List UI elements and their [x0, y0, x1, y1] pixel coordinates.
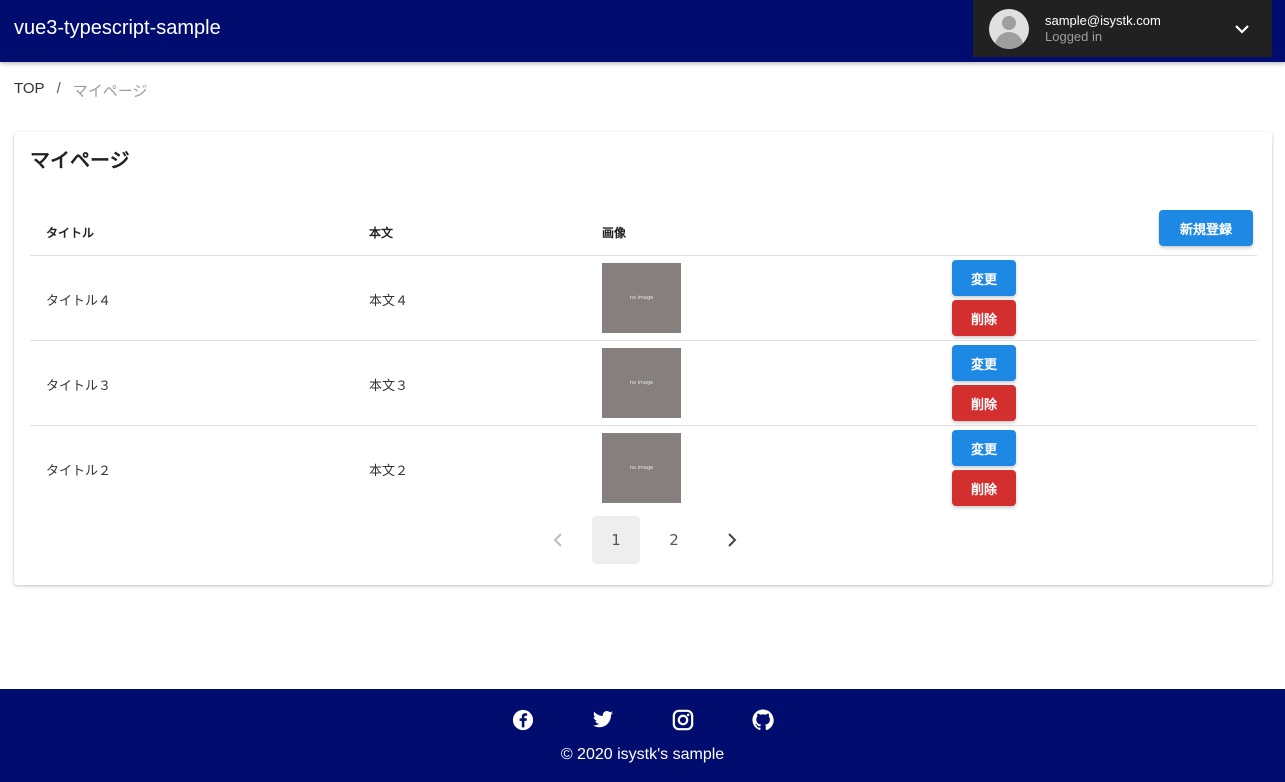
row-image: no image	[602, 348, 681, 418]
delete-button[interactable]: 削除	[952, 470, 1016, 506]
row-body: 本文２	[369, 464, 409, 479]
page-button-1[interactable]: 1	[592, 516, 640, 564]
mypage-card: マイページ タイトル 本文 画像 新規登録 タイトル４ 本文４ no image…	[14, 132, 1272, 585]
breadcrumb-separator: /	[56, 80, 61, 97]
user-email: sample@isystk.com	[1045, 12, 1161, 28]
row-title: タイトル２	[46, 464, 112, 479]
breadcrumb-top-link[interactable]: TOP	[14, 80, 45, 101]
footer: © 2020 isystk's sample	[0, 689, 1285, 782]
account-circle-icon	[989, 8, 1029, 49]
breadcrumb: TOP / マイページ	[14, 80, 147, 101]
social-links	[0, 709, 1285, 731]
app-title[interactable]: vue3-typescript-sample	[14, 17, 221, 40]
delete-button[interactable]: 削除	[952, 300, 1016, 336]
chevron-right-icon[interactable]	[708, 516, 756, 564]
table-row: タイトル４ 本文４ no image 変更 削除	[30, 256, 1257, 341]
instagram-icon[interactable]	[672, 709, 694, 731]
chevron-down-icon[interactable]	[1230, 17, 1254, 41]
facebook-icon[interactable]	[512, 709, 534, 731]
page-title: マイページ	[30, 150, 130, 172]
delete-button[interactable]: 削除	[952, 385, 1016, 421]
pagination: 1 2	[534, 516, 756, 564]
header-image: 画像	[602, 226, 627, 240]
app-bar: vue3-typescript-sample sample@isystk.com…	[0, 0, 1285, 62]
row-image: no image	[602, 433, 681, 503]
twitter-icon[interactable]	[592, 709, 614, 731]
row-image: no image	[602, 263, 681, 333]
table-row: タイトル３ 本文３ no image 変更 削除	[30, 341, 1257, 426]
github-icon[interactable]	[751, 709, 774, 731]
header-body: 本文	[369, 226, 394, 240]
user-status: Logged in	[1045, 28, 1103, 44]
edit-button[interactable]: 変更	[952, 345, 1016, 381]
user-menu[interactable]: sample@isystk.com Logged in	[973, 0, 1272, 57]
copyright-text: © 2020 isystk's sample	[560, 746, 725, 763]
edit-button[interactable]: 変更	[952, 260, 1016, 296]
table-row: タイトル２ 本文２ no image 変更 削除	[30, 426, 1257, 511]
row-title: タイトル４	[46, 294, 112, 309]
header-title: タイトル	[46, 226, 95, 240]
chevron-left-icon[interactable]	[534, 516, 582, 564]
breadcrumb-current: マイページ	[72, 83, 148, 100]
row-body: 本文４	[369, 294, 409, 309]
row-title: タイトル３	[46, 379, 112, 394]
table-header: タイトル 本文 画像 新規登録	[30, 202, 1257, 256]
new-post-button[interactable]: 新規登録	[1159, 210, 1253, 246]
row-body: 本文３	[369, 379, 409, 394]
edit-button[interactable]: 変更	[952, 430, 1016, 466]
posts-table: タイトル 本文 画像 新規登録 タイトル４ 本文４ no image 変更 削除…	[30, 202, 1257, 511]
user-info: sample@isystk.com Logged in	[1045, 13, 1230, 45]
page-button-2[interactable]: 2	[650, 516, 698, 564]
